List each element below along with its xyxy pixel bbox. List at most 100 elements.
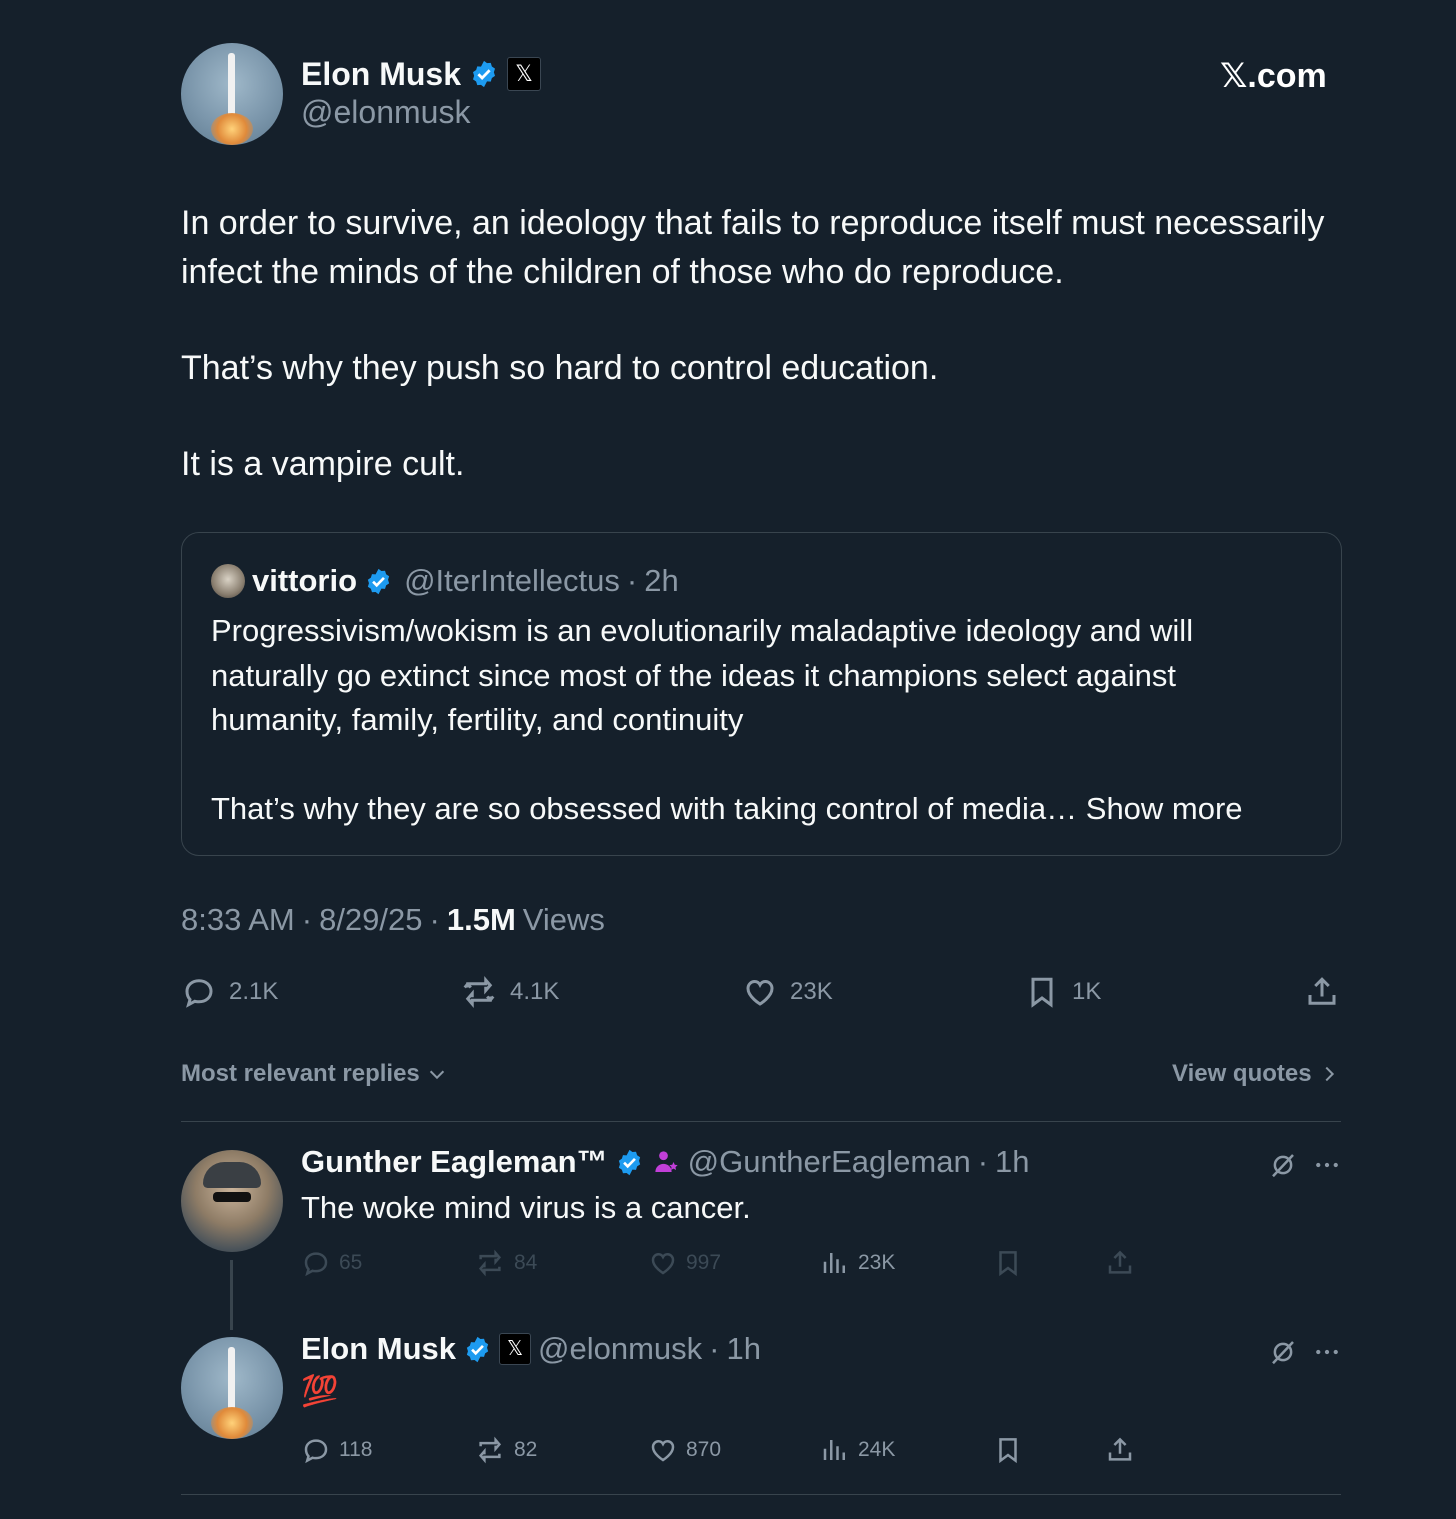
repost-button[interactable]: 4.1K: [460, 974, 559, 1010]
divider: [181, 1494, 1341, 1495]
like-count: 870: [686, 1438, 722, 1461]
reply-header: Gunther Eagleman™ @GuntherEagleman · 1h: [301, 1144, 1030, 1180]
quote-author-name[interactable]: vittorio: [252, 563, 357, 599]
separator: ·: [301, 902, 313, 937]
quote-text: Progressivism/wokism is an evolutionaril…: [211, 609, 1311, 831]
quote-truncated-text: That’s why they are so obsessed with tak…: [211, 790, 1078, 826]
tweet-paragraph: In order to survive, an ideology that fa…: [181, 204, 1325, 291]
sort-replies-dropdown[interactable]: Most relevant replies: [181, 1060, 448, 1088]
views-count[interactable]: 1.5M: [447, 902, 516, 938]
reply-button[interactable]: 2.1K: [181, 974, 278, 1010]
bookmark-button[interactable]: 1K: [1024, 974, 1101, 1010]
quote-header: vittorio @IterIntellectus · 2h: [211, 563, 679, 599]
views-icon: [823, 1440, 845, 1460]
reply-count: 65: [339, 1251, 363, 1274]
grok-icon[interactable]: [1268, 1150, 1298, 1180]
chevron-down-icon: [429, 1070, 444, 1080]
separator: ·: [977, 1144, 989, 1179]
quoted-tweet[interactable]: vittorio @IterIntellectus · 2h Progressi…: [181, 532, 1342, 856]
reply-time[interactable]: 1h: [995, 1144, 1029, 1180]
like-icon: [746, 979, 774, 1006]
reply-avatar[interactable]: [181, 1150, 283, 1252]
affiliate-icon: [654, 1151, 678, 1172]
bookmark-icon[interactable]: [993, 1435, 1023, 1465]
repost-icon: [478, 1249, 502, 1277]
reply-button[interactable]: 65: [301, 1248, 362, 1278]
tweet-time[interactable]: 8:33 AM: [181, 902, 295, 938]
repost-count: 82: [514, 1438, 538, 1461]
author-name-row: Elon Musk 𝕏: [301, 54, 542, 94]
more-icon[interactable]: [1312, 1337, 1342, 1367]
x-badge-icon: 𝕏: [499, 1333, 532, 1365]
views-count: 23K: [858, 1251, 896, 1274]
separator: ·: [429, 902, 440, 937]
like-icon: [651, 1439, 675, 1462]
reply-author-name[interactable]: Gunther Eagleman™: [301, 1144, 608, 1180]
repost-button[interactable]: 84: [474, 1248, 537, 1278]
bookmark-icon[interactable]: [993, 1248, 1023, 1278]
sort-replies-label: Most relevant replies: [181, 1060, 420, 1087]
quote-time[interactable]: 2h: [644, 563, 678, 599]
reply-text: 💯: [301, 1375, 339, 1408]
share-icon[interactable]: [1105, 1248, 1135, 1278]
like-count: 997: [686, 1251, 722, 1274]
repost-count: 84: [514, 1251, 538, 1274]
verified-icon: [367, 568, 390, 594]
view-quotes-link[interactable]: View quotes: [1172, 1060, 1340, 1088]
reply-icon: [304, 1252, 328, 1277]
views-icon: [823, 1253, 845, 1273]
share-button[interactable]: [1304, 974, 1340, 1010]
quote-paragraph: Progressivism/wokism is an evolutionaril…: [211, 613, 1194, 737]
tweet-text: In order to survive, an ideology that fa…: [181, 199, 1341, 489]
like-button[interactable]: 997: [648, 1248, 721, 1278]
grok-icon[interactable]: [1268, 1337, 1298, 1367]
reply-author-name[interactable]: Elon Musk: [301, 1331, 456, 1367]
reply-icon: [185, 979, 213, 1008]
show-more-link[interactable]: Show more: [1086, 791, 1243, 826]
tweet-paragraph: It is a vampire cult.: [181, 445, 465, 483]
more-icon[interactable]: [1312, 1150, 1342, 1180]
repost-icon: [478, 1436, 502, 1464]
quote-avatar[interactable]: [211, 564, 245, 598]
like-button[interactable]: 23K: [742, 974, 833, 1010]
separator: ·: [626, 563, 638, 598]
share-icon[interactable]: [1105, 1435, 1135, 1465]
reply-author-handle[interactable]: @GuntherEagleman: [688, 1144, 971, 1180]
tweet-meta: 8:33 AM · 8/29/25 · 1.5M Views: [181, 902, 605, 938]
quote-author-handle[interactable]: @IterIntellectus: [404, 563, 620, 599]
repost-icon: [463, 975, 495, 1009]
tweet-date[interactable]: 8/29/25: [319, 902, 422, 938]
author-handle[interactable]: @elonmusk: [301, 94, 470, 131]
bookmark-icon: [1031, 977, 1053, 1008]
repost-button[interactable]: 82: [474, 1435, 537, 1465]
views-button[interactable]: 23K: [820, 1248, 895, 1278]
reply-avatar[interactable]: [181, 1337, 283, 1439]
view-quotes-label: View quotes: [1172, 1060, 1312, 1087]
tweet-paragraph: That’s why they push so hard to control …: [181, 349, 939, 387]
like-button[interactable]: 870: [648, 1435, 721, 1465]
reply-text: The woke mind virus is a cancer.: [301, 1190, 751, 1225]
share-icon: [1308, 977, 1336, 1005]
thread-line: [230, 1260, 233, 1330]
verified-icon: [466, 1336, 489, 1362]
divider: [181, 1121, 1341, 1122]
reply-count: 118: [339, 1438, 373, 1461]
author-avatar[interactable]: [181, 43, 283, 145]
verified-icon: [473, 60, 496, 88]
brand-logo: 𝕏.com: [1220, 57, 1327, 95]
author-name[interactable]: Elon Musk: [301, 56, 461, 93]
verified-icon: [618, 1149, 640, 1175]
views-button[interactable]: 24K: [820, 1435, 895, 1465]
reply-count: 2.1K: [229, 978, 279, 1005]
quote-paragraph-2: That’s why they are so obsessed with tak…: [211, 787, 1311, 832]
repost-count: 4.1K: [510, 978, 560, 1005]
reply-author-handle[interactable]: @elonmusk: [538, 1331, 702, 1367]
x-badge-icon: 𝕏: [507, 57, 542, 91]
like-icon: [651, 1252, 675, 1275]
reply-header: Elon Musk 𝕏 @elonmusk · 1h: [301, 1331, 761, 1367]
views-label: Views: [522, 902, 605, 937]
reply-time[interactable]: 1h: [727, 1331, 761, 1367]
reply-icon: [304, 1439, 328, 1464]
views-count: 24K: [858, 1438, 896, 1461]
reply-button[interactable]: 118: [301, 1435, 372, 1465]
